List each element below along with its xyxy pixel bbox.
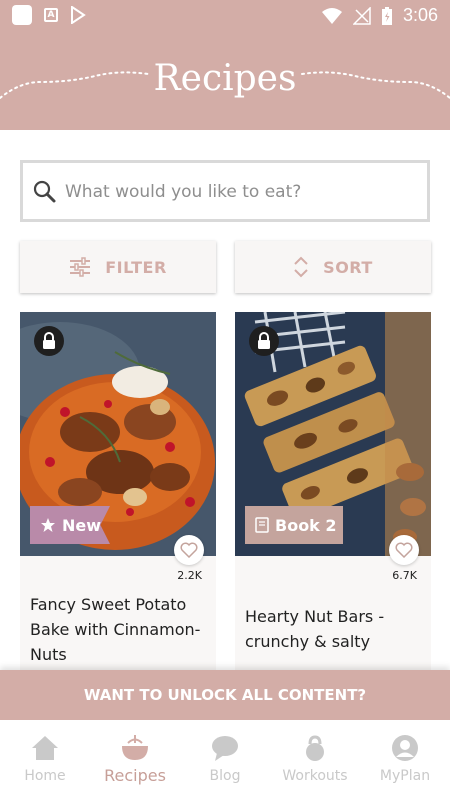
nav-label: Workouts — [282, 768, 348, 784]
favorite-button[interactable] — [174, 535, 204, 565]
nav-item-blog[interactable]: Blog — [180, 720, 270, 800]
search-input[interactable] — [65, 175, 415, 209]
speech-bubble-icon — [212, 736, 238, 761]
search-box[interactable] — [20, 160, 430, 222]
filter-label: FILTER — [105, 257, 167, 277]
nav-label: Blog — [209, 768, 241, 784]
sort-button[interactable]: SORT — [235, 241, 431, 293]
favorite-button[interactable] — [389, 535, 419, 565]
star-icon — [41, 518, 55, 532]
sort-arrows-icon — [294, 256, 308, 278]
bottom-nav: Home Recipes Blog Workouts MyPlan — [0, 720, 450, 800]
recipe-title[interactable]: Fancy Sweet Potato Bake with Cinnamon-Nu… — [30, 592, 210, 667]
battery-icon — [381, 6, 392, 25]
status-bar: A 3:06 — [0, 0, 450, 32]
unlock-content-button[interactable]: WANT TO UNLOCK ALL CONTENT? — [0, 670, 450, 720]
book-icon — [255, 517, 269, 533]
nav-label: MyPlan — [379, 768, 431, 784]
nav-item-recipes[interactable]: Recipes — [90, 720, 180, 800]
book-tag: Book 2 — [245, 506, 343, 544]
likes-count: 6.7K — [392, 569, 417, 582]
wifi-icon — [321, 7, 342, 24]
recipe-title[interactable]: Hearty Nut Bars - crunchy & salty — [245, 604, 425, 654]
home-icon — [32, 736, 58, 760]
app-header: A 3:06 Recipes — [0, 0, 450, 130]
page-title: Recipes — [153, 58, 297, 99]
heart-icon — [180, 542, 198, 558]
kettlebell-icon — [306, 735, 324, 761]
new-tag: New — [30, 506, 110, 544]
nav-item-home[interactable]: Home — [0, 720, 90, 800]
sliders-icon — [70, 257, 91, 277]
lock-badge — [249, 326, 279, 356]
filter-button[interactable]: FILTER — [20, 241, 216, 293]
lock-icon — [258, 332, 270, 349]
text-notification-icon: A — [44, 8, 58, 22]
tag-label: New — [62, 515, 102, 535]
nav-item-workouts[interactable]: Workouts — [270, 720, 360, 800]
tag-label: Book 2 — [275, 515, 337, 535]
clock: 3:06 — [402, 5, 438, 25]
nav-item-myplan[interactable]: MyPlan — [360, 720, 450, 800]
lock-badge — [34, 326, 64, 356]
play-store-icon — [71, 6, 86, 24]
lock-icon — [43, 332, 55, 349]
profile-icon — [392, 735, 418, 761]
likes-count: 2.2K — [177, 569, 202, 582]
recipe-card[interactable]: Book 2 6.7K Hearty Nut Bars - crunchy & … — [235, 312, 431, 672]
heart-icon — [395, 542, 413, 558]
sort-label: SORT — [323, 257, 373, 277]
signal-icon — [352, 6, 371, 25]
app-notification-icon — [12, 5, 32, 25]
search-icon — [33, 180, 56, 203]
recipe-card[interactable]: New 2.2K Fancy Sweet Potato Bake with Ci… — [20, 312, 216, 672]
nav-label: Recipes — [104, 766, 166, 785]
bowl-icon — [122, 735, 148, 760]
nav-label: Home — [24, 768, 66, 784]
